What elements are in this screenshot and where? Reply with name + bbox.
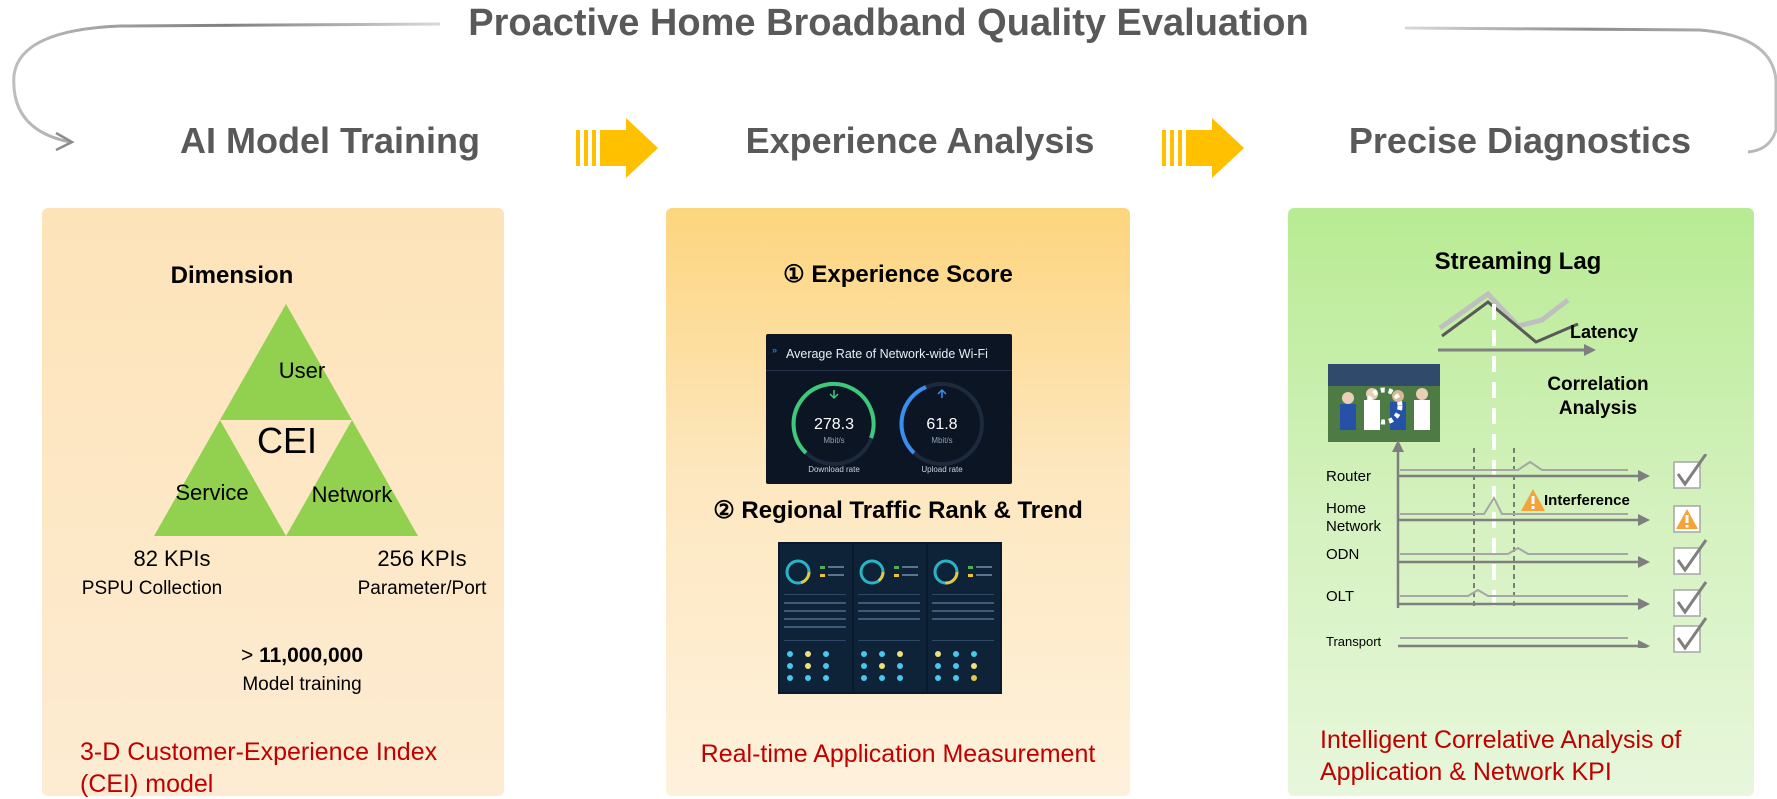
warning-icon xyxy=(1673,505,1701,533)
kpi-count-right: 256 KPIs xyxy=(377,546,467,571)
caption: Real-time Application Measurement xyxy=(700,740,1096,768)
traffic-column xyxy=(780,544,852,692)
row-label-odn: ODN xyxy=(1326,546,1360,563)
download-unit: Mbit/s xyxy=(823,436,845,445)
check-icon xyxy=(1673,581,1708,617)
kpi-label-left: PSPU Collection xyxy=(81,578,223,599)
caption-line-2: Application & Network KPI xyxy=(1320,758,1612,786)
down-arrow-icon xyxy=(829,390,839,400)
dimension-cei: CEI xyxy=(256,420,317,461)
warning-icon xyxy=(1521,489,1545,511)
wifi-rate-dashboard: » Average Rate of Network-wide Wi-Fi 278… xyxy=(766,334,1012,484)
dimension-service: Service xyxy=(175,480,249,505)
panel-experience-analysis: ① Experience Score » Average Rate of Net… xyxy=(666,208,1130,796)
check-icon xyxy=(1673,617,1708,653)
flow-arrow-icon xyxy=(1162,118,1244,178)
training-prefix: > xyxy=(240,644,254,667)
traffic-rank-heading: ② Regional Traffic Rank & Trend xyxy=(713,497,1083,524)
download-label: Download rate xyxy=(808,465,860,474)
home-network-line-2: Network xyxy=(1326,518,1382,535)
caption-line-2: (CEI) model xyxy=(80,770,214,798)
dimension-heading: Dimension xyxy=(170,262,294,289)
upload-label: Upload rate xyxy=(921,465,963,474)
kpi-count-left: 82 KPIs xyxy=(133,546,211,571)
training-label: Model training xyxy=(242,674,362,695)
check-icon xyxy=(1673,454,1708,489)
traffic-column xyxy=(854,544,926,692)
download-value: 278.3 xyxy=(813,416,855,433)
home-network-line-1: Home xyxy=(1326,500,1367,517)
traffic-dashboard-thumbnail xyxy=(778,542,1002,694)
dimension-network: Network xyxy=(311,482,393,507)
stage-precise-diagnostics: Precise Diagnostics xyxy=(1348,120,1692,161)
kpi-label-right: Parameter/Port xyxy=(357,578,487,599)
flow-arrow-icon xyxy=(576,118,658,178)
stage-ai-model-training: AI Model Training xyxy=(179,120,480,161)
stage-experience-analysis: Experience Analysis xyxy=(745,120,1095,161)
status-checklist xyxy=(1673,454,1708,653)
training-count: > 11,000,000 xyxy=(172,644,432,668)
wifi-dashboard-title: Average Rate of Network-wide Wi-Fi xyxy=(786,347,988,361)
page-title: Proactive Home Broadband Quality Evaluat… xyxy=(468,2,1309,44)
training-value: 11,000,000 xyxy=(259,644,364,667)
double-chevron-icon: » xyxy=(772,345,778,355)
caption-line-1: Intelligent Correlative Analysis of xyxy=(1320,726,1682,754)
upload-unit: Mbit/s xyxy=(931,436,953,445)
up-arrow-icon xyxy=(937,388,947,398)
panel-ai-model-training: Dimension User CEI Service Network 82 KP… xyxy=(42,208,504,798)
interference-label: Interference xyxy=(1544,492,1630,509)
traffic-column xyxy=(928,544,1000,692)
check-icon xyxy=(1673,539,1708,575)
row-label-olt: OLT xyxy=(1326,588,1355,605)
row-label-transport: Transport xyxy=(1326,634,1382,649)
upload-value: 61.8 xyxy=(926,416,958,433)
caption-line-1: 3-D Customer-Experience Index xyxy=(80,738,438,766)
experience-score-heading: ① Experience Score xyxy=(783,261,1013,288)
row-label-home-network: Home Network xyxy=(1326,500,1381,536)
row-label-router: Router xyxy=(1326,468,1372,485)
dimension-user: User xyxy=(278,358,326,383)
panel-precise-diagnostics: Streaming Lag Latency Correlation Analys… xyxy=(1288,208,1754,796)
